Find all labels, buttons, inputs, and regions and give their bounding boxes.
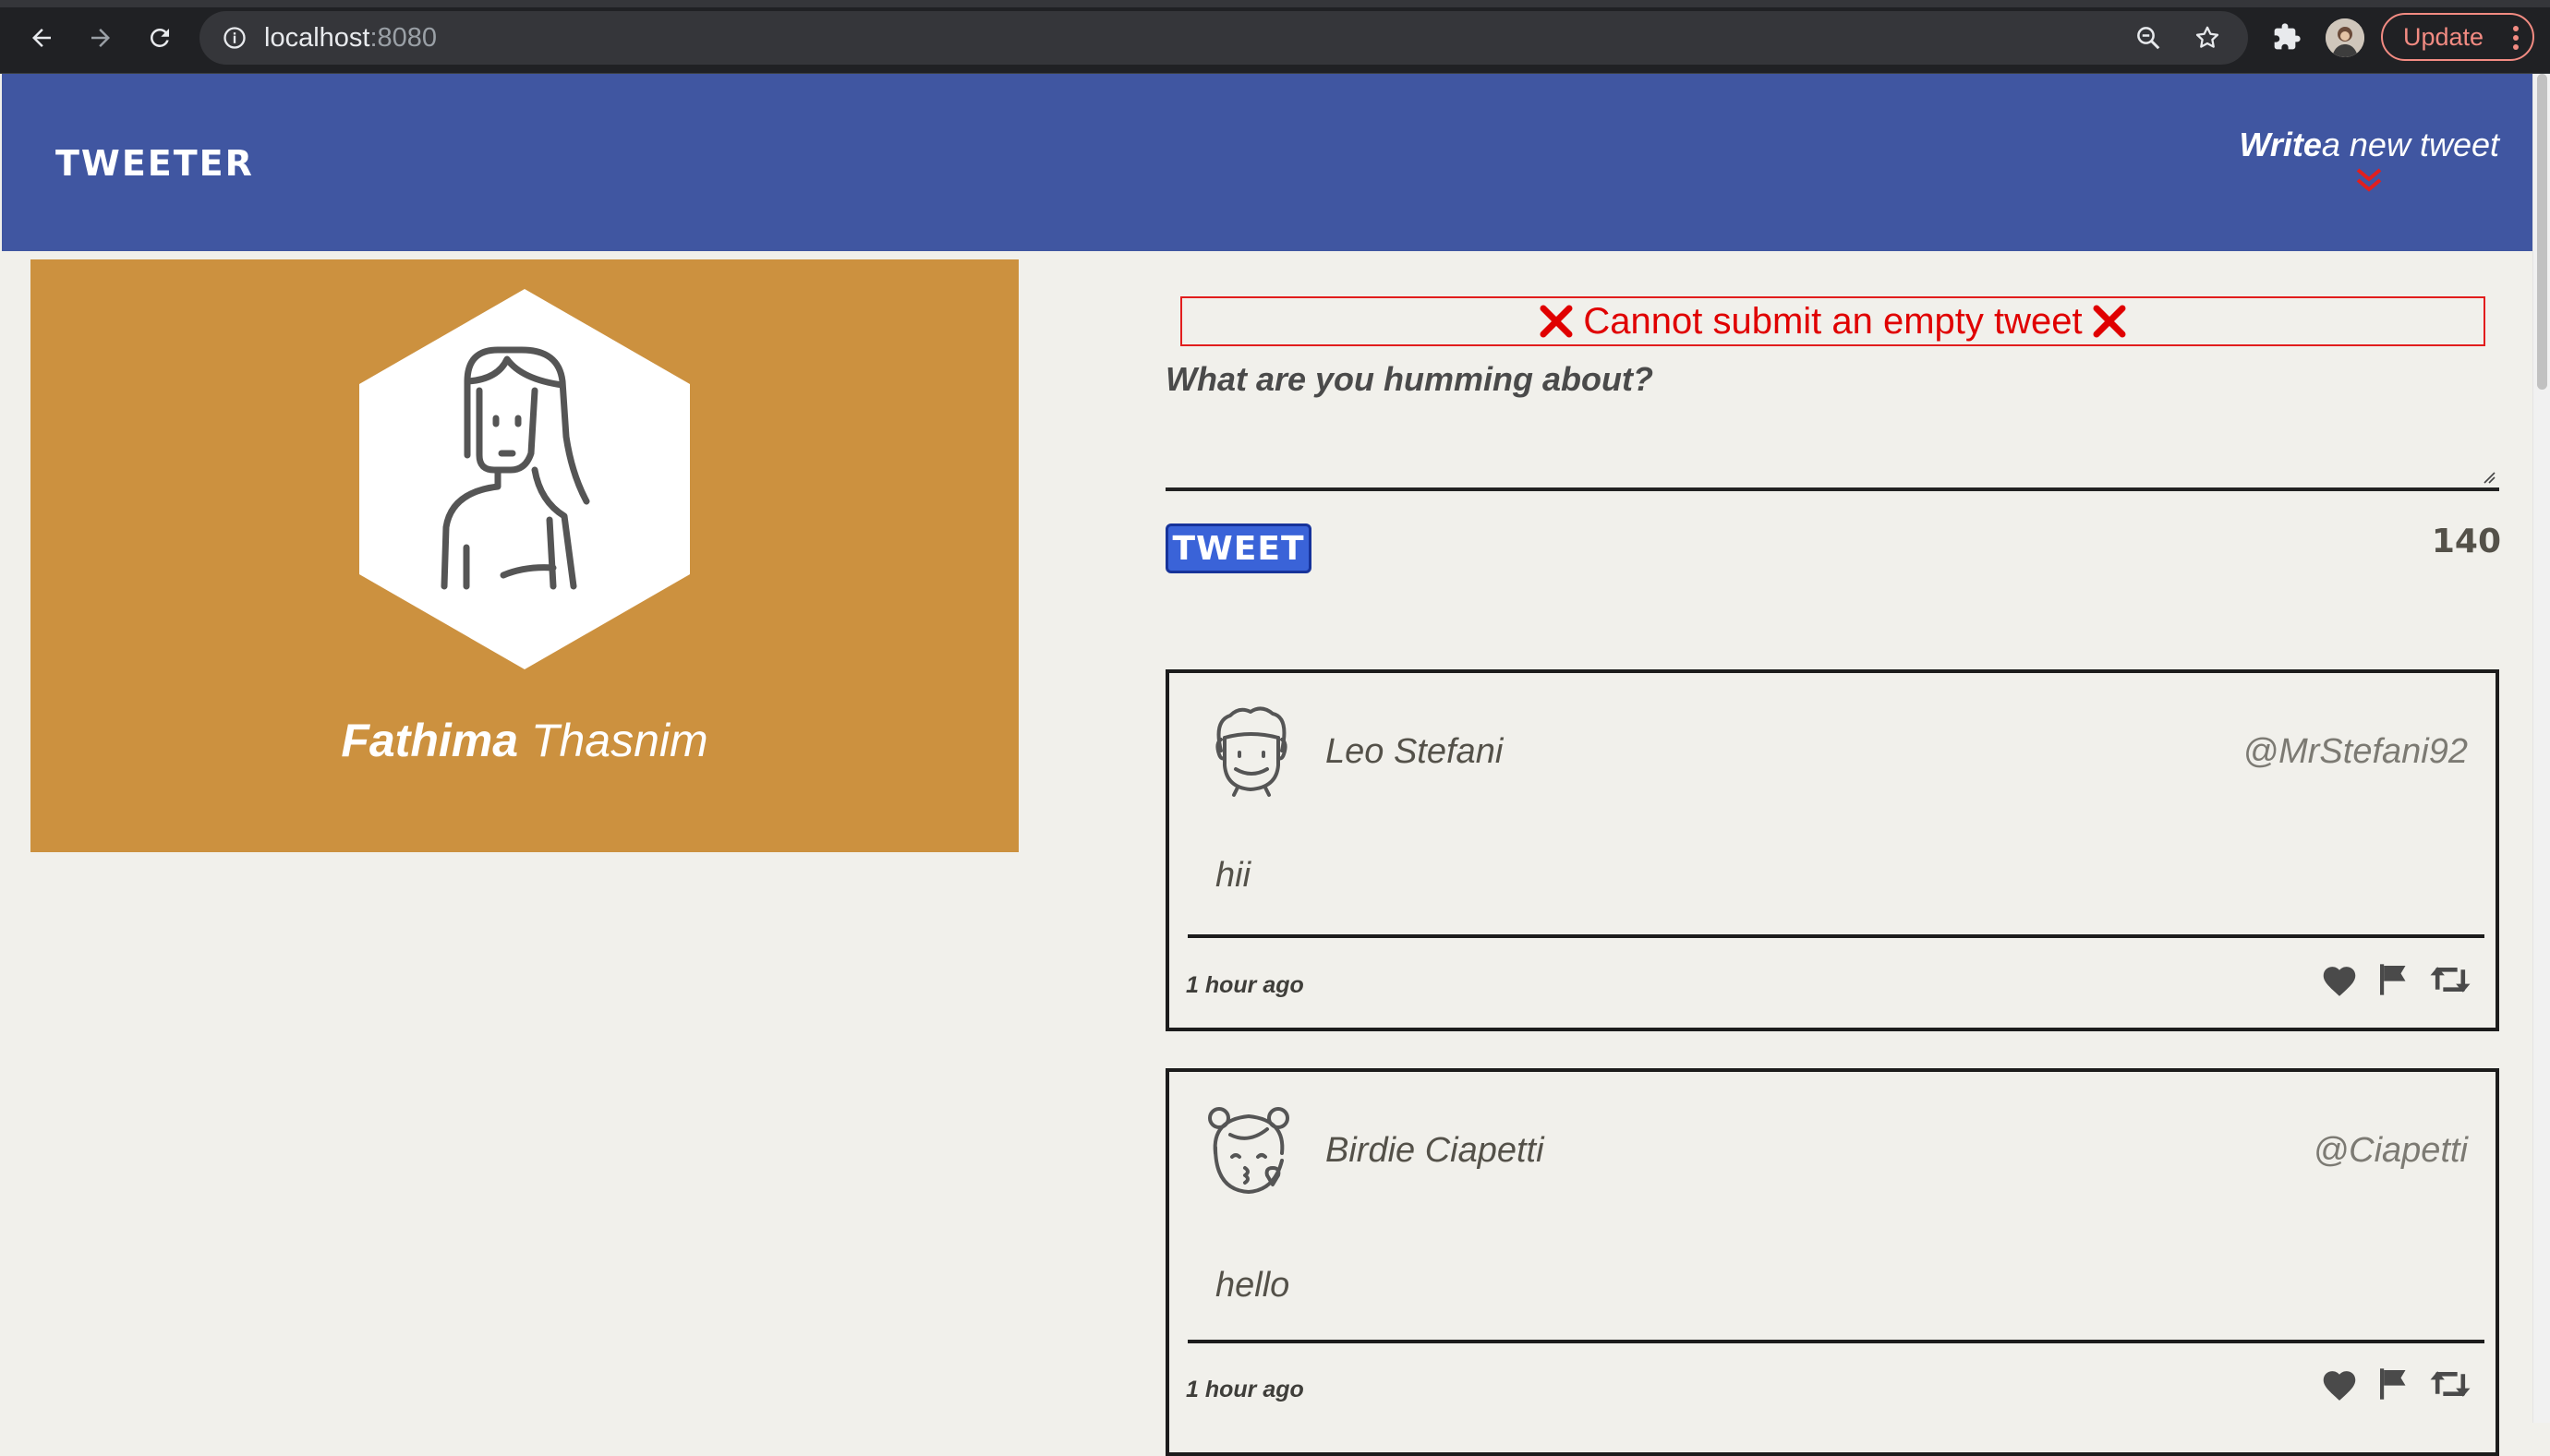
tweet-author-handle: @Ciapetti [2313,1131,2468,1170]
update-button[interactable]: Update [2381,13,2534,61]
error-x-icon [2093,305,2126,338]
retweet-icon[interactable] [2429,1368,2471,1400]
flag-icon[interactable] [2375,961,2412,998]
tweet-card: Leo Stefani @MrStefani92 hii 1 hour ago [1166,669,2499,1031]
tweet-divider [1188,934,2484,938]
browser-toolbar: localhost:8080 Update [0,0,2550,74]
url-port: :8080 [369,23,438,53]
reload-icon [151,29,169,47]
like-heart-icon[interactable] [2320,1366,2359,1402]
profile-last-name: Thasnim [530,715,708,766]
update-label: Update [2403,22,2484,51]
more-menu-icon[interactable] [2512,24,2520,58]
profile-card: Fathima Thasnim [30,259,1019,852]
app-nav-bar: TWEETER Writea new tweet [2,74,2532,251]
profile-avatar-hexagon-icon [359,289,690,669]
tweet-body: hello [1215,1266,1290,1305]
tweet-actions [2320,1366,2471,1402]
compose-toggle-text: a new tweet [2321,126,2499,163]
tweet-text-input[interactable] [1166,417,2499,491]
write-new-tweet-toggle[interactable]: Writea new tweet [2240,126,2499,194]
reload-button[interactable] [139,17,181,59]
profile-name: Fathima Thasnim [30,714,1019,767]
boy-avatar-icon [1215,706,1287,797]
tweet-card: Birdie Ciapetti @Ciapetti hello 1 hour a… [1166,1068,2499,1456]
site-info-icon[interactable] [218,21,251,54]
tweet-actions [2320,961,2471,998]
flag-icon[interactable] [2375,1366,2412,1402]
address-bar[interactable]: localhost:8080 [199,11,2248,65]
girl-avatar-icon [1208,1107,1289,1194]
zoom-icon[interactable] [2132,21,2165,54]
page-scrollbar[interactable] [2532,74,2550,1423]
tab-strip [0,0,2550,7]
tweet-author-handle: @MrStefani92 [2242,732,2468,771]
tweet-author-name: Leo Stefani [1325,732,1504,771]
forward-button[interactable] [79,17,122,59]
url-text: localhost:8080 [264,23,437,54]
back-arrow-icon [32,29,51,47]
retweet-icon[interactable] [2429,964,2471,995]
tweet-body: hii [1215,856,1251,895]
bookmark-star-icon[interactable] [2191,21,2224,54]
extensions-puzzle-icon[interactable] [2268,18,2305,55]
error-text: Cannot submit an empty tweet [1583,300,2083,342]
textarea-resize-icon[interactable] [2483,471,2496,484]
like-heart-icon[interactable] [2320,962,2359,997]
profile-first-name: Fathima [341,715,519,766]
char-counter: 140 [2431,523,2501,560]
compose-toggle-bold: Write [2239,126,2322,163]
error-x-icon [1540,305,1573,338]
tweet-author-name: Birdie Ciapetti [1325,1131,1544,1170]
forward-arrow-icon [91,29,110,47]
tweet-divider [1188,1340,2484,1343]
tweet-timestamp: 1 hour ago [1186,972,1304,998]
brand-logo[interactable]: TWEETER [55,143,254,184]
compose-prompt-label: What are you humming about? [1166,360,1653,398]
double-chevron-down-icon [2356,168,2382,192]
tweet-submit-button[interactable]: TWEET [1166,523,1311,573]
url-host: localhost [264,23,370,53]
tweet-timestamp: 1 hour ago [1186,1377,1304,1402]
profile-avatar-icon[interactable] [2326,18,2364,57]
scrollbar-thumb[interactable] [2537,74,2547,390]
error-message: Cannot submit an empty tweet [1180,296,2485,346]
back-button[interactable] [20,17,63,59]
